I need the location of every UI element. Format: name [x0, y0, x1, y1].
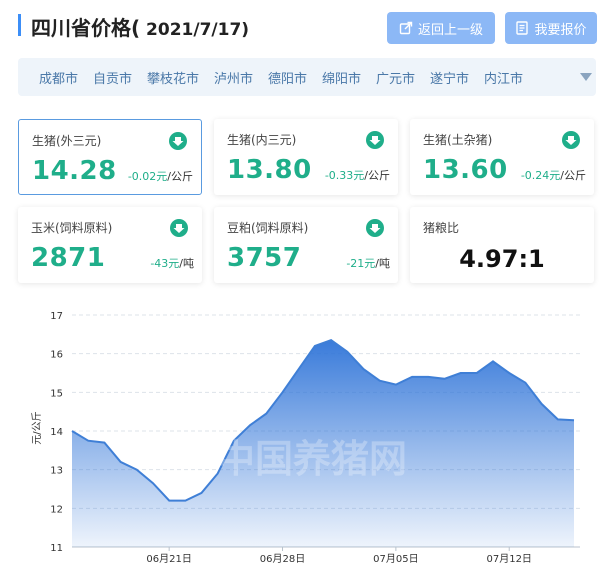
card-change: -21元/吨 [346, 255, 390, 271]
price-card-pig-outer[interactable]: 生猪(外三元) 14.28 -0.02元/公斤 [18, 119, 202, 195]
card-change-unit: /吨 [179, 257, 194, 270]
external-link-icon [399, 21, 413, 35]
card-change-unit: /吨 [375, 257, 390, 270]
card-name: 豆粕(饲料原料) [227, 221, 309, 235]
city-link[interactable]: 广元市 [376, 68, 415, 87]
price-card-pig-inner[interactable]: 生猪(内三元) 13.80 -0.33元/公斤 [214, 119, 398, 195]
card-value: 13.80 [227, 155, 312, 185]
y-tick-label: 11 [50, 543, 63, 554]
price-card-pig-local[interactable]: 生猪(土杂猪) 13.60 -0.24元/公斤 [410, 119, 594, 195]
city-link[interactable]: 绵阳市 [322, 68, 361, 87]
card-change-unit: /公斤 [560, 169, 586, 182]
price-trend-chart: 11121314151617 06月21日 06月28日 07月05日 07月12日 … [31, 311, 580, 565]
down-arrow-icon [366, 131, 384, 149]
card-name: 玉米(饲料原料) [31, 221, 113, 235]
city-link[interactable]: 成都市 [39, 68, 78, 87]
card-change: -0.02元/公斤 [128, 168, 193, 184]
back-button-label: 返回上一级 [417, 22, 483, 38]
card-value: 3757 [227, 243, 302, 273]
y-tick-label: 15 [50, 388, 63, 399]
down-arrow-icon [562, 131, 580, 149]
hog-grain-ratio-card: 猪粮比 4.97:1 [410, 207, 594, 283]
x-tick-label: 06月28日 [260, 553, 305, 565]
city-link[interactable]: 遂宁市 [430, 68, 469, 87]
title-accent-bar [18, 14, 21, 36]
card-change-amount: -43元 [150, 257, 180, 270]
city-link[interactable]: 泸州市 [214, 68, 253, 87]
header: 四川省价格( 2021/7/17) 返回上一级 我要报价 [0, 0, 612, 52]
y-tick-label: 13 [50, 466, 63, 477]
x-tick-label: 07月12日 [486, 553, 531, 565]
y-tick-label: 17 [50, 311, 63, 322]
card-name: 生猪(内三元) [227, 133, 297, 147]
down-arrow-icon [170, 219, 188, 237]
card-change: -0.24元/公斤 [521, 167, 586, 183]
x-tick-label: 06月21日 [146, 553, 191, 565]
card-change-unit: /公斤 [167, 170, 193, 183]
price-card-corn[interactable]: 玉米(饲料原料) 2871 -43元/吨 [18, 207, 202, 283]
card-change-amount: -0.02元 [127, 170, 168, 183]
card-change-amount: -0.24元 [520, 169, 561, 182]
x-tick-label: 07月05日 [373, 553, 418, 565]
card-name: 生猪(外三元) [32, 134, 102, 148]
watermark: 中国养猪网 [217, 437, 407, 481]
down-arrow-icon [169, 132, 187, 150]
city-link[interactable]: 内江市 [484, 68, 523, 87]
document-icon [516, 21, 529, 35]
card-change: -43元/吨 [150, 255, 194, 271]
ratio-value: 4.97:1 [459, 245, 545, 273]
chevron-down-icon[interactable] [580, 72, 592, 82]
page-title: 四川省价格( 2021/7/17) [31, 12, 249, 41]
card-value: 14.28 [32, 156, 117, 186]
card-change-unit: /公斤 [364, 169, 390, 182]
back-button[interactable]: 返回上一级 [387, 12, 495, 44]
card-name: 猪粮比 [423, 221, 460, 235]
y-tick-label: 16 [50, 350, 63, 361]
card-change-amount: -21元 [346, 257, 376, 270]
page-title-text: 四川省价格( [31, 16, 141, 40]
card-change: -0.33元/公斤 [325, 167, 390, 183]
city-link[interactable]: 自贡市 [93, 68, 132, 87]
y-axis-label: 元/公斤 [31, 411, 43, 444]
card-change-amount: -0.33元 [324, 169, 365, 182]
city-link[interactable]: 德阳市 [268, 68, 307, 87]
down-arrow-icon [366, 219, 384, 237]
y-tick-label: 12 [50, 504, 63, 515]
city-nav: 成都市 自贡市 攀枝花市 泸州市 德阳市 绵阳市 广元市 遂宁市 内江市 [18, 58, 596, 96]
y-tick-label: 14 [50, 427, 63, 438]
card-value: 13.60 [423, 155, 508, 185]
page-title-date: 2021/7/17) [140, 20, 250, 40]
card-name: 生猪(土杂猪) [423, 133, 493, 147]
report-price-button[interactable]: 我要报价 [505, 12, 597, 44]
city-link[interactable]: 攀枝花市 [147, 68, 199, 87]
price-card-soybean-meal[interactable]: 豆粕(饲料原料) 3757 -21元/吨 [214, 207, 398, 283]
report-price-button-label: 我要报价 [534, 22, 587, 38]
card-value: 2871 [31, 243, 106, 273]
